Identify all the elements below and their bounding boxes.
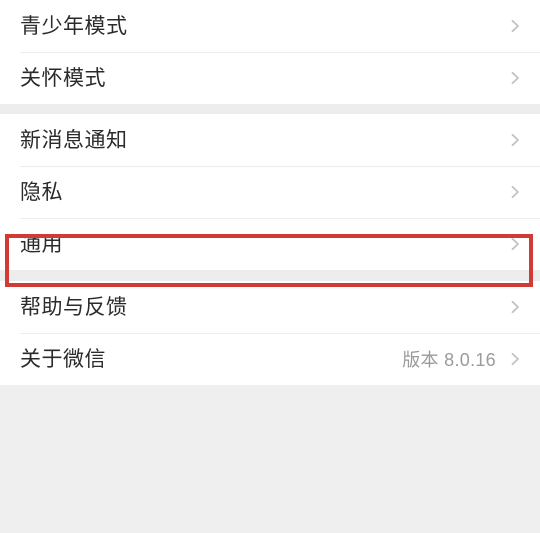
group-separator-2 — [0, 270, 540, 281]
row-label: 青少年模式 — [20, 14, 128, 38]
row-label: 隐私 — [20, 180, 63, 204]
settings-row-teen-mode[interactable]: 青少年模式 — [0, 0, 540, 52]
row-label: 关怀模式 — [20, 66, 106, 90]
chevron-right-icon — [508, 237, 522, 251]
bottom-strip — [0, 385, 540, 533]
core-settings-group: 新消息通知 隐私 通用 — [0, 114, 540, 270]
row-label: 新消息通知 — [20, 128, 128, 152]
chevron-right-icon — [508, 352, 522, 366]
chevron-right-icon — [508, 300, 522, 314]
chevron-right-icon — [508, 19, 522, 33]
chevron-right-icon — [508, 133, 522, 147]
settings-row-general[interactable]: 通用 — [0, 218, 540, 270]
chevron-right-icon — [508, 185, 522, 199]
version-value: 版本 8.0.16 — [402, 350, 496, 370]
modes-group: 青少年模式 关怀模式 — [0, 0, 540, 104]
chevron-right-icon — [508, 71, 522, 85]
settings-row-about-wechat[interactable]: 关于微信 版本 8.0.16 — [0, 333, 540, 385]
settings-row-privacy[interactable]: 隐私 — [0, 166, 540, 218]
row-label: 关于微信 — [20, 347, 106, 371]
row-label: 帮助与反馈 — [20, 295, 128, 319]
settings-screen: 青少年模式 关怀模式 新消息通知 隐私 通用 帮助与反馈 关于微信 版本 8.0… — [0, 0, 540, 533]
settings-row-care-mode[interactable]: 关怀模式 — [0, 52, 540, 104]
support-group: 帮助与反馈 关于微信 版本 8.0.16 — [0, 281, 540, 385]
settings-row-help-and-feedback[interactable]: 帮助与反馈 — [0, 281, 540, 333]
row-label: 通用 — [20, 232, 63, 256]
settings-row-new-message-notification[interactable]: 新消息通知 — [0, 114, 540, 166]
group-separator-1 — [0, 104, 540, 114]
